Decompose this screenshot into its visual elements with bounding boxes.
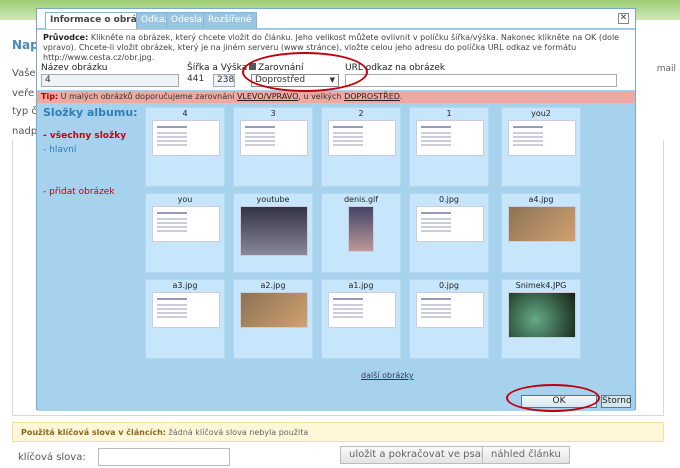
album-title: Složky albumu:: [43, 106, 138, 119]
thumbnail-name: youtube: [256, 195, 290, 204]
height-input[interactable]: 238: [213, 74, 235, 87]
thumbnail[interactable]: a4.jpg: [501, 193, 581, 273]
dialog-tabbar: Informace o obrázku Odkaz Odeslat Rozšíř…: [37, 9, 635, 29]
thumbnail-image: [348, 206, 374, 252]
annotation-ring-ok: [506, 384, 600, 412]
keywords-info-bar: Použitá klíčová slova v článcích: žádná …: [12, 422, 664, 442]
cancel-button[interactable]: Storno: [601, 395, 632, 408]
close-icon[interactable]: ✕: [618, 13, 629, 24]
thumbnail[interactable]: a1.jpg: [321, 279, 401, 359]
thumbnail-image: [328, 292, 396, 328]
thumbnail-image: [152, 120, 220, 156]
tip-link-left-right[interactable]: VLEVO/VPRAVO: [237, 92, 298, 101]
thumbnail-name: 1: [446, 109, 452, 118]
thumbnail-image: [508, 120, 576, 156]
keywords-input[interactable]: [98, 448, 230, 466]
guide-label: Průvodce:: [43, 33, 89, 42]
thumbnail[interactable]: you: [145, 193, 225, 273]
thumbnail[interactable]: 3: [233, 107, 313, 187]
more-images-link[interactable]: další obrázky: [361, 371, 414, 380]
tip-text-1: U malých obrázků doporučujeme zarovnání: [60, 92, 235, 101]
thumbnail-name: you2: [531, 109, 551, 118]
thumbnail-name: 4: [182, 109, 188, 118]
thumbnail[interactable]: 0.jpg: [409, 279, 489, 359]
folder-all[interactable]: - všechny složky: [43, 131, 139, 141]
page-text-line: Vaše: [12, 68, 36, 79]
name-input[interactable]: 4: [41, 74, 179, 87]
thumbnail-name: 0.jpg: [438, 195, 459, 204]
thumbnail-name: you: [177, 195, 193, 204]
page-title: Nap: [12, 38, 39, 52]
thumbnail-image: [152, 292, 220, 328]
url-input[interactable]: [345, 74, 617, 87]
tip-text-2: , u velkých: [298, 92, 342, 101]
thumbnail-image: [416, 120, 484, 156]
tip-link-center[interactable]: DOPROSTŘED: [344, 92, 400, 101]
thumbnail-image: [328, 120, 396, 156]
thumbnail-image: [416, 206, 484, 242]
thumbnail-name: Snimek4.JPG: [515, 281, 567, 290]
page-text-line: typ č: [12, 106, 37, 117]
thumbnail[interactable]: Snimek4.JPG: [501, 279, 581, 359]
thumbnail-name: denis.gif: [343, 195, 379, 204]
name-label: Název obrázku: [41, 63, 108, 73]
page-text-line: veře: [12, 88, 35, 99]
thumbnail-name: a4.jpg: [528, 195, 554, 204]
thumbnail[interactable]: 0.jpg: [409, 193, 489, 273]
tip-label: Tip:: [41, 92, 59, 101]
size-label: Šířka a Výška: [187, 63, 248, 73]
width-input[interactable]: 441: [187, 74, 204, 84]
keywords-info-label: Použitá klíčová slova v článcích:: [21, 428, 166, 437]
thumbnail[interactable]: a2.jpg: [233, 279, 313, 359]
page-right-snippet: mail: [656, 64, 676, 74]
thumbnail-name: a1.jpg: [348, 281, 374, 290]
folder-main[interactable]: - hlavní: [43, 145, 139, 155]
tip-bar: Tip: U malých obrázků doporučujeme zarov…: [37, 91, 635, 103]
thumbnail-image: [152, 206, 220, 242]
thumbnail[interactable]: a3.jpg: [145, 279, 225, 359]
add-image-link[interactable]: - přidat obrázek: [43, 187, 139, 197]
thumbnail[interactable]: 1: [409, 107, 489, 187]
thumbnail[interactable]: 4: [145, 107, 225, 187]
save-continue-button[interactable]: uložit a pokračovat ve psaní: [340, 446, 499, 464]
annotation-ring-align: [242, 52, 368, 92]
tab-advanced[interactable]: Rozšířené: [203, 12, 257, 29]
tip-end: .: [399, 92, 403, 101]
thumbnail-image: [508, 292, 576, 338]
keywords-info-value: žádná klíčová slova nebyla použita: [168, 428, 309, 437]
thumbnail[interactable]: youtube: [233, 193, 313, 273]
thumbnail-name: a2.jpg: [260, 281, 286, 290]
album-sidebar: Složky albumu: - všechny složky - hlavní…: [43, 104, 139, 197]
thumbnail[interactable]: denis.gif: [321, 193, 401, 273]
keywords-label: klíčová slova:: [18, 452, 86, 463]
thumbnail-name: 3: [270, 109, 276, 118]
thumbnail-image: [240, 120, 308, 156]
page-text-line: nadp: [12, 126, 38, 137]
thumbnail[interactable]: 2: [321, 107, 401, 187]
thumbnail-name: a3.jpg: [172, 281, 198, 290]
thumbnail-image: [416, 292, 484, 328]
thumbnail-name: 0.jpg: [438, 281, 459, 290]
thumbnail-image: [240, 206, 308, 256]
thumbnail-image: [508, 206, 576, 242]
thumbnail-image: [240, 292, 308, 328]
preview-button[interactable]: náhled článku: [482, 446, 570, 464]
thumbnail[interactable]: you2: [501, 107, 581, 187]
thumbnail-name: 2: [358, 109, 364, 118]
